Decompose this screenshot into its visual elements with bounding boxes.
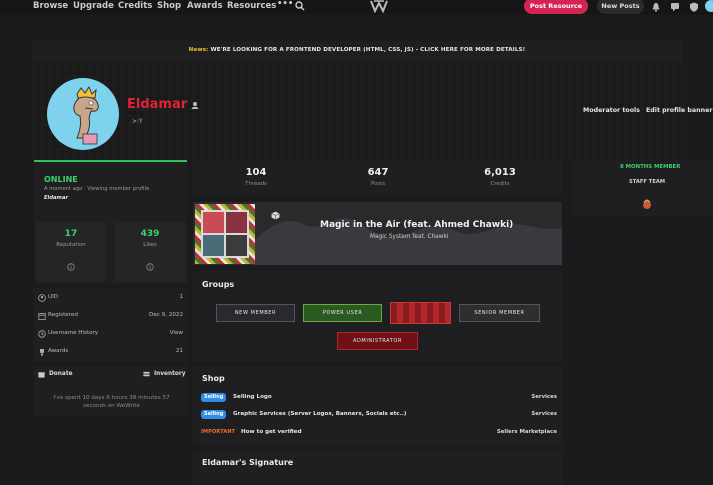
calendar-icon — [38, 313, 46, 320]
staff-team-label: STAFF TEAM — [629, 179, 666, 185]
user-avatar-small[interactable] — [705, 0, 713, 12]
more-icon[interactable]: ••• — [277, 0, 293, 9]
profile-avatar[interactable] — [47, 78, 119, 150]
threads-value: 104 — [245, 167, 267, 178]
credits-value: 6,013 — [484, 167, 516, 178]
search-icon[interactable] — [295, 1, 305, 11]
info-row-awards: Awards 21 — [34, 346, 187, 358]
profile-username: Eldamar — [127, 97, 188, 112]
activity-user[interactable]: Eldamar — [44, 195, 68, 201]
info-card: UID 1 Registered Dec 9, 2022 Username Hi… — [34, 288, 187, 362]
last-activity: A moment ago · Viewing member profile — [44, 186, 150, 192]
donate-icon — [38, 372, 45, 378]
bell-icon[interactable] — [651, 2, 661, 12]
group-badge-red[interactable] — [390, 302, 451, 324]
cube-icon — [271, 211, 280, 220]
posts-stat[interactable]: 647 Posts — [338, 167, 418, 187]
info-value: 1 — [179, 294, 183, 300]
signature-card: Eldamar's Signature — [193, 451, 562, 485]
reputation-value: 17 — [64, 229, 78, 239]
info-label: Registered — [48, 312, 78, 318]
user-icon — [38, 294, 46, 302]
nav-browse[interactable]: Browse — [33, 1, 68, 11]
group-badge-new-member[interactable]: NEW MEMBER — [216, 304, 295, 322]
chat-icon[interactable] — [670, 2, 680, 12]
shop-item[interactable]: Selling Selling Logo Services — [201, 393, 557, 403]
history-icon — [38, 330, 46, 338]
posts-label: Posts — [370, 181, 386, 187]
info-label: Username History — [48, 330, 99, 336]
likes-value: 439 — [140, 229, 160, 239]
info-value: Dec 9, 2022 — [149, 312, 183, 318]
selling-tag: Selling — [201, 393, 227, 402]
info-row-uid: UID 1 — [34, 292, 187, 304]
shop-title: Shop — [202, 374, 225, 383]
group-badge-senior-member[interactable]: SENIOR MEMBER — [459, 304, 540, 322]
moderator-tools-button[interactable]: Moderator tools — [583, 107, 640, 114]
news-bar[interactable]: News: WE'RE LOOKING FOR A FRONTEND DEVEL… — [32, 41, 682, 59]
likes-label: Likes — [143, 242, 157, 248]
time-spent: I've spent 10 days 6 hours 38 minutes 57… — [53, 395, 170, 409]
staff-award-icon[interactable] — [641, 199, 653, 211]
nav-awards[interactable]: Awards — [187, 1, 223, 11]
info-value: 21 — [175, 348, 183, 354]
online-status: ONLINE — [44, 175, 78, 184]
username-history-link[interactable]: View — [170, 330, 183, 336]
info-row-username-history: Username History View — [34, 328, 187, 340]
inventory-icon — [143, 371, 150, 377]
shop-item-name[interactable]: Graphic Services (Server Logos, Banners,… — [233, 411, 406, 417]
profile-user-title: >:Y — [132, 118, 143, 125]
user-badge-icon — [191, 102, 199, 109]
shop-item-category[interactable]: Sellers Marketplace — [497, 429, 557, 435]
groups-card: Groups NEW MEMBER POWER USER SENIOR MEMB… — [193, 271, 562, 361]
shop-item-category[interactable]: Services — [531, 411, 557, 417]
credits-label: Credits — [490, 181, 510, 187]
info-label: UID — [48, 294, 59, 300]
info-icon[interactable] — [146, 263, 154, 271]
reputation-box[interactable]: 17 Reputation — [36, 222, 106, 281]
info-label: Awards — [48, 348, 69, 354]
news-label: News: — [188, 47, 209, 53]
reputation-label: Reputation — [56, 242, 86, 248]
top-nav: Browse Upgrade Credits Shop Awards Resou… — [0, 0, 713, 15]
important-label: IMPORTANT — [201, 429, 236, 435]
album-cover — [201, 210, 249, 258]
nav-shop[interactable]: Shop — [157, 1, 181, 11]
avatar-illustration — [73, 85, 99, 145]
info-row-registered: Registered Dec 9, 2022 — [34, 310, 187, 322]
song-artist: Magic System feat. Chawki — [370, 234, 449, 240]
donate-button[interactable]: Donate — [49, 371, 73, 377]
shop-item[interactable]: Selling Graphic Services (Server Logos, … — [201, 410, 557, 420]
selling-tag: Selling — [201, 410, 227, 419]
signature-title: Eldamar's Signature — [202, 458, 294, 467]
shield-icon[interactable] — [689, 2, 699, 12]
group-badge-power-user[interactable]: POWER USER — [303, 304, 382, 322]
trophy-icon — [40, 349, 44, 356]
threads-stat[interactable]: 104 Threads — [216, 167, 296, 187]
member-duration: 8 MONTHS MEMBER — [620, 164, 681, 170]
group-badge-administrator[interactable]: ADMINISTRATOR — [337, 332, 418, 350]
credits-stat[interactable]: 6,013 Credits — [460, 167, 540, 187]
nav-resources[interactable]: Resources — [227, 1, 276, 11]
album-art[interactable] — [195, 204, 255, 264]
news-text[interactable]: WE'RE LOOKING FOR A FRONTEND DEVELOPER (… — [210, 47, 525, 53]
site-logo-icon[interactable] — [370, 0, 388, 13]
shop-item-name[interactable]: Selling Logo — [233, 394, 272, 400]
shop-item-category[interactable]: Services — [531, 394, 557, 400]
info-icon[interactable] — [67, 263, 75, 271]
nav-credits[interactable]: Credits — [118, 1, 152, 11]
post-resource-button[interactable]: Post Resource — [524, 0, 588, 14]
inventory-button[interactable]: Inventory — [154, 371, 186, 377]
groups-title: Groups — [202, 280, 235, 289]
edit-banner-button[interactable]: Edit profile banner — [646, 107, 713, 114]
shop-item-name[interactable]: How to get verified — [241, 429, 302, 435]
nav-upgrade[interactable]: Upgrade — [73, 1, 114, 11]
song-title[interactable]: Magic in the Air (feat. Ahmed Chawki) — [320, 220, 513, 230]
shop-item-important[interactable]: IMPORTANT How to get verified Sellers Ma… — [201, 428, 557, 438]
posts-value: 647 — [367, 167, 389, 178]
threads-label: Threads — [245, 181, 267, 187]
new-posts-button[interactable]: New Posts — [597, 0, 644, 14]
likes-box[interactable]: 439 Likes — [115, 222, 185, 281]
stats-row: 104 Threads 647 Posts 6,013 Credits — [193, 160, 562, 196]
